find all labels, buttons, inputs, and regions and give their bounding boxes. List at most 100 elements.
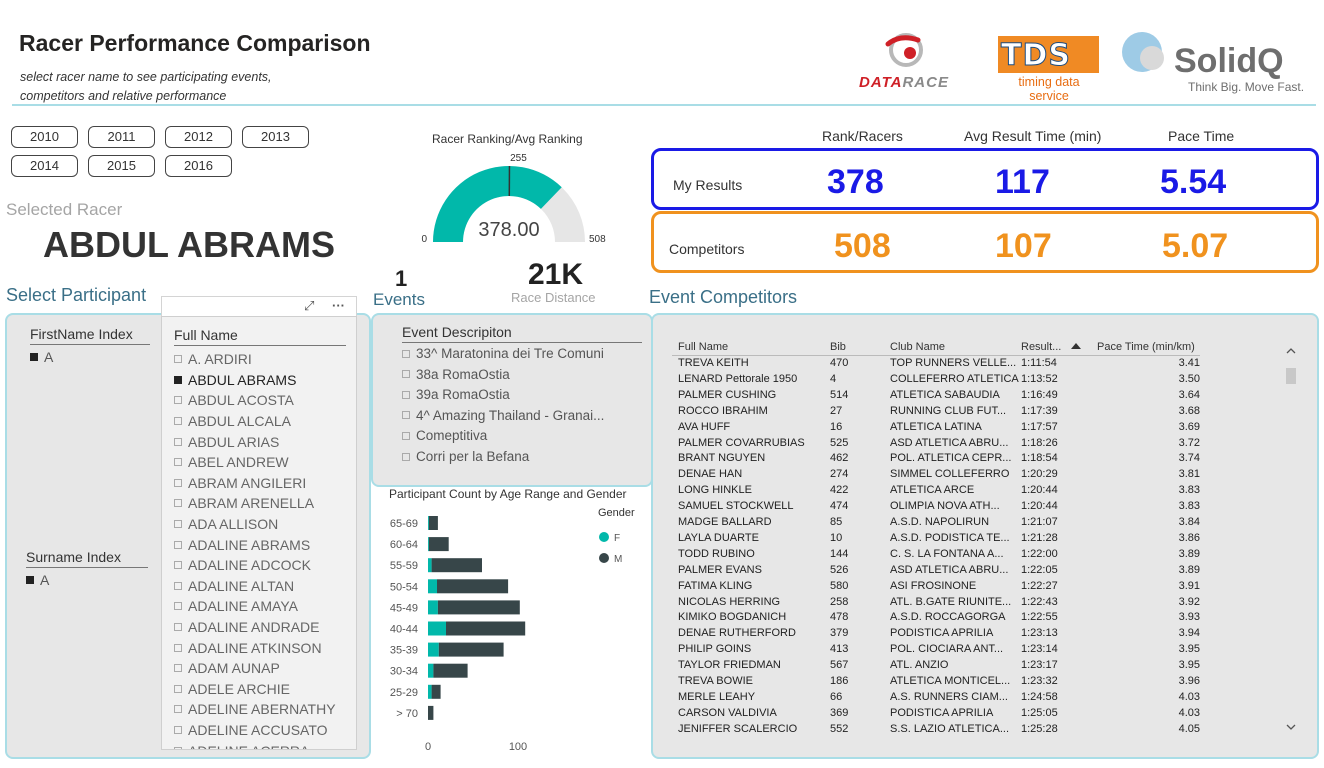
name-list-item[interactable]: ABDUL ACOSTA [174, 390, 336, 411]
name-list-item[interactable]: ADA ALLISON [174, 514, 336, 535]
scrollbar-thumb[interactable] [1286, 368, 1296, 384]
event-list-item[interactable]: 39a RomaOstia [402, 387, 510, 402]
table-row[interactable]: LONG HINKLE 422 ATLETICA ARCE 1:20:44 3.83 [678, 484, 1200, 500]
table-row[interactable]: TREVA KEITH 470 TOP RUNNERS VELLE... 1:11:5… [678, 357, 1200, 373]
name-list-item[interactable]: ABDUL ARIAS [174, 431, 336, 452]
name-list-item[interactable]: ADALINE ATKINSON [174, 637, 336, 658]
table-row[interactable]: MERLE LEAHY 66 A.S. RUNNERS CIAM... 1:24:58… [678, 691, 1200, 707]
bar-F-40-44[interactable] [428, 621, 446, 636]
event-list-item[interactable]: Comeptitiva [402, 428, 487, 443]
column-header-full-name[interactable]: Full Name [678, 341, 728, 353]
table-row[interactable]: NICOLAS HERRING 258 ATL. B.GATE RIUNITE...… [678, 596, 1200, 612]
table-scrollbar[interactable] [1284, 340, 1298, 742]
table-row[interactable]: BRANT NGUYEN 462 POL. ATLETICA CEPR... 1:18… [678, 452, 1200, 468]
name-label: ABRAM ARENELLA [188, 495, 315, 512]
name-list-item[interactable]: ADALINE ALTAN [174, 576, 336, 597]
name-list-item[interactable]: ABRAM ANGILERI [174, 473, 336, 494]
column-header-bib[interactable]: Bib [830, 341, 846, 353]
table-row[interactable]: CARSON VALDIVIA 369 PODISTICA APRILIA 1:25:… [678, 707, 1200, 723]
table-cell: 514 [830, 388, 849, 401]
table-row[interactable]: DENAE RUTHERFORD 379 PODISTICA APRILIA 1:23… [678, 627, 1200, 643]
focus-mode-icon[interactable]: ⤢ [304, 298, 314, 314]
table-row[interactable]: PALMER COVARRUBIAS 525 ASD ATLETICA ABRU..… [678, 437, 1200, 453]
column-header-club-name[interactable]: Club Name [890, 341, 945, 353]
bar-M-35-39[interactable] [438, 642, 504, 657]
more-options-icon[interactable]: ··· [332, 298, 345, 313]
firstname-index-item[interactable]: A [30, 349, 53, 365]
year-button-2011[interactable]: 2011 [88, 126, 155, 148]
year-button-2015[interactable]: 2015 [88, 155, 155, 177]
name-list-item[interactable]: ADAM AUNAP [174, 658, 336, 679]
name-list-item[interactable]: ADALINE ADCOCK [174, 555, 336, 576]
bar-M-55-59[interactable] [431, 558, 482, 573]
column-header-pace-time[interactable]: Pace Time (min/km) [1097, 341, 1195, 353]
scroll-up-icon[interactable] [1284, 344, 1298, 358]
table-row[interactable]: TODD RUBINO 144 C. S. LA FONTANA A... 1:22:… [678, 548, 1200, 564]
bar-F-55-59[interactable] [428, 558, 432, 573]
table-row[interactable]: FATIMA KLING 580 ASI FROSINONE 1:22:27 3.91 [678, 580, 1200, 596]
name-list-item[interactable]: ADELINE ACCUSATO [174, 720, 336, 741]
table-row[interactable]: ROCCO IBRAHIM 27 RUNNING CLUB FUT... 1:17:3… [678, 405, 1200, 421]
legend-label[interactable]: M [614, 554, 622, 565]
table-cell: 4.03 [1178, 706, 1200, 719]
bar-F-60-64[interactable] [428, 537, 429, 552]
bar-F-50-54[interactable] [428, 579, 437, 594]
name-list-item[interactable]: ADELINE ACERRA [174, 740, 336, 749]
bar-M-25-29[interactable] [431, 684, 441, 699]
name-list-item[interactable]: ABEL ANDREW [174, 452, 336, 473]
legend-marker-F [599, 532, 609, 542]
name-list-item[interactable]: ADALINE ANDRADE [174, 617, 336, 638]
name-list-item[interactable]: ABDUL ABRAMS [174, 370, 336, 391]
bar-M-45-49[interactable] [437, 600, 520, 615]
bar-F-65-69[interactable] [428, 516, 429, 530]
legend-label[interactable]: F [614, 533, 620, 544]
checkbox-icon [402, 349, 410, 358]
table-row[interactable]: JENIFFER SCALERCIO 552 S.S. LAZIO ATLETICA… [678, 723, 1200, 739]
table-row[interactable]: PHILIP GOINS 413 POL. CIOCIARA ANT... 1:23:… [678, 643, 1200, 659]
table-row[interactable]: LAYLA DUARTE 10 A.S.D. PODISTICA TE... 1:21… [678, 532, 1200, 548]
event-list-item[interactable]: 38a RomaOstia [402, 367, 510, 382]
name-list-item[interactable]: A. ARDIRI [174, 349, 336, 370]
surname-index-item[interactable]: A [26, 572, 49, 588]
table-row[interactable]: KIMIKO BOGDANICH 478 A.S.D. ROCCAGORGA 1:22… [678, 611, 1200, 627]
table-row[interactable]: SAMUEL STOCKWELL 474 OLIMPIA NOVA ATH... 1:… [678, 500, 1200, 516]
table-cell: 3.69 [1178, 420, 1200, 433]
column-header-result[interactable]: Result... [1021, 341, 1061, 353]
sort-ascending-icon[interactable] [1070, 342, 1082, 350]
table-row[interactable]: PALMER CUSHING 514 ATLETICA SABAUDIA 1:16:4… [678, 389, 1200, 405]
name-list-item[interactable]: ADALINE ABRAMS [174, 534, 336, 555]
event-list-item[interactable]: 4^ Amazing Thailand - Granai... [402, 408, 604, 423]
table-row[interactable]: LENARD Pettorale 1950 4 COLLEFERRO ATLETIC… [678, 373, 1200, 389]
name-list-item[interactable]: ADALINE AMAYA [174, 596, 336, 617]
bar-F-25-29[interactable] [428, 684, 432, 699]
table-row[interactable]: TREVA BOWIE 186 ATLETICA MONTICEL... 1:23:3… [678, 675, 1200, 691]
full-name-slicer[interactable]: Full Name A. ARDIRI ABDUL ABRAMS ABDUL ACO… [161, 316, 357, 750]
name-list-item[interactable]: ABRAM ARENELLA [174, 493, 336, 514]
name-list-item[interactable]: ADELINE ABERNATHY [174, 699, 336, 720]
table-row[interactable]: TAYLOR FRIEDMAN 567 ATL. ANZIO 1:23:17 3.95 [678, 659, 1200, 675]
name-list-item[interactable]: ABDUL ALCALA [174, 411, 336, 432]
bar-M-40-44[interactable] [446, 621, 526, 636]
event-list-item[interactable]: 33^ Maratonina dei Tre Comuni [402, 346, 604, 361]
bar-M-65-69[interactable] [428, 516, 438, 530]
bar-M-30-34[interactable] [433, 663, 468, 678]
year-button-2012[interactable]: 2012 [165, 126, 232, 148]
year-button-2014[interactable]: 2014 [11, 155, 78, 177]
bar-F-30-34[interactable] [428, 663, 434, 678]
scroll-down-icon[interactable] [1284, 720, 1298, 734]
table-row[interactable]: AVA HUFF 16 ATLETICA LATINA 1:17:57 3.69 [678, 421, 1200, 437]
table-row[interactable]: MADGE BALLARD 85 A.S.D. NAPOLIRUN 1:21:07 3.… [678, 516, 1200, 532]
bar-M-50-54[interactable] [437, 579, 509, 594]
year-button-2016[interactable]: 2016 [165, 155, 232, 177]
name-list-item[interactable]: ADELE ARCHIE [174, 679, 336, 700]
table-row[interactable]: PALMER EVANS 526 ASD ATLETICA ABRU... 1:22:… [678, 564, 1200, 580]
table-row[interactable]: DENAE HAN 274 SIMMEL COLLEFERRO 1:20:29 3.81 [678, 468, 1200, 484]
bar-M-60-64[interactable] [428, 537, 449, 552]
table-cell: C. S. LA FONTANA A... [890, 547, 1004, 560]
year-button-2010[interactable]: 2010 [11, 126, 78, 148]
event-list-item[interactable]: Corri per la Befana [402, 449, 529, 464]
bar-F-45-49[interactable] [428, 600, 438, 615]
bar-M-> 70[interactable] [428, 705, 434, 720]
year-button-2013[interactable]: 2013 [242, 126, 309, 148]
bar-F-35-39[interactable] [428, 642, 439, 657]
